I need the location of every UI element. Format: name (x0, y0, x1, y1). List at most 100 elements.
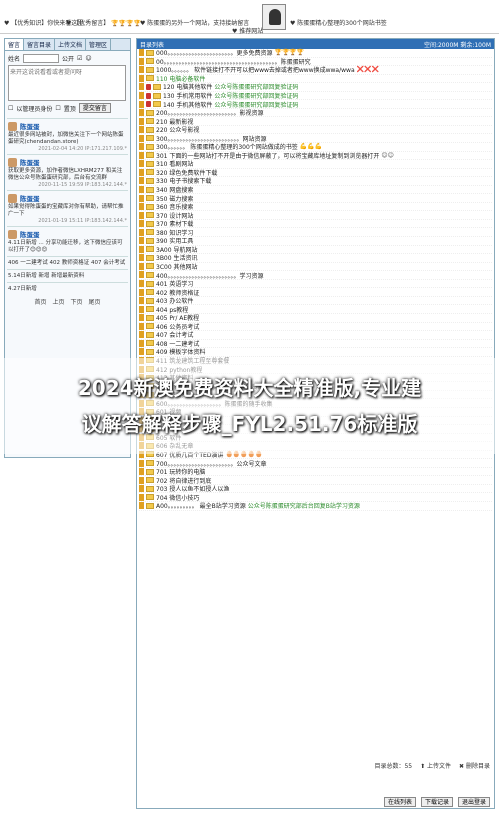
list-item: 4.27日新增 (7, 282, 128, 295)
drag-handle-icon (139, 485, 144, 493)
pager-last[interactable]: 尾页 (89, 297, 101, 306)
tab-messages[interactable]: 留言 (5, 39, 25, 50)
list-item: 406 一二建考试 402 教师资格证 407 会计考试 (7, 256, 128, 269)
folder-icon (146, 135, 154, 142)
folder-icon (146, 340, 154, 347)
tab-message-directory[interactable]: 留言目录 (24, 39, 56, 50)
public-checkbox[interactable]: ☑ (77, 55, 82, 62)
list-item: 陈蛋蛋 最近很多网站被封，加微信关注下一个网站陈蛋蛋研究(chendandan.… (7, 118, 128, 154)
folder-icon (146, 331, 154, 338)
message-textarea[interactable] (8, 65, 126, 101)
list-item: 陈蛋蛋 4.11日新增 ... 分享功能迁移，这下微信应该可以打开了😊😊😊 (7, 226, 128, 256)
drag-handle-icon (139, 305, 144, 313)
drag-handle-icon (139, 194, 144, 202)
drag-handle-icon (139, 502, 144, 510)
user-avatar-icon (8, 229, 17, 239)
folder-icon (146, 195, 154, 202)
drag-handle-icon (139, 83, 144, 91)
name-input[interactable] (23, 54, 60, 63)
delete-directory-link[interactable]: ✖ 删除目录 (459, 761, 490, 770)
folder-name[interactable]: A00。。。。。。。。。 最全B站学习资源 (156, 501, 246, 510)
drag-handle-icon (139, 322, 144, 330)
drag-handle-icon (139, 100, 144, 108)
topbar-link-2[interactable]: ♥ 【优秀留言】 🏆🏆🏆🏆 (66, 18, 141, 27)
folder-icon (146, 468, 154, 475)
top-navigation: ♥ 【优秀知识】你快来看这里 ♥ 【优秀留言】 🏆🏆🏆🏆 ♥ 陈蛋蛋的另外一个网… (0, 0, 499, 35)
tab-admin[interactable]: 管理区 (86, 39, 112, 50)
lock-icon (146, 101, 151, 108)
folder-icon (146, 49, 154, 56)
folder-icon (146, 203, 154, 210)
folder-icon (146, 229, 154, 236)
public-label: 公开 (62, 56, 75, 63)
drag-handle-icon (139, 177, 144, 185)
message-form: 姓名 公开 ☑ ☺ ☐ 以管理员身份 ☐ 置顶 提交留言 (5, 51, 130, 118)
name-label: 姓名 (8, 56, 21, 63)
folder-note: ❌❌❌ (356, 66, 380, 74)
pager-first[interactable]: 首页 (34, 297, 46, 306)
pager-prev[interactable]: 上页 (52, 297, 64, 306)
folder-icon (146, 289, 154, 296)
promo-banner[interactable]: 2024新澳免费资料大全精准版,专业建 议解答解释步骤_FYL2.51.76标准… (0, 358, 499, 454)
directory-title: 目录列表 (140, 42, 165, 49)
top-label: 置顶 (63, 105, 76, 113)
list-item[interactable]: A00。。。。。。。。。 最全B站学习资源 公众号陈蛋蛋研究部后台回复B站学习资源 (139, 502, 492, 511)
list-item: 陈蛋蛋 如果觉得陈蛋蛋的宝藏库对你有帮助，请帮忙推广一下 2021-01-19 … (7, 190, 128, 226)
list-item: 5.14日新增 新增 新增最新资料 (7, 269, 128, 282)
folder-icon (146, 323, 154, 330)
online-list-button[interactable]: 在线列表 (383, 797, 416, 807)
drag-handle-icon (139, 134, 144, 142)
folder-icon (146, 485, 154, 492)
drag-handle-icon (139, 254, 144, 262)
drag-handle-icon (139, 271, 144, 279)
user-avatar-icon (8, 193, 17, 203)
upload-link[interactable]: ⬆ 上传文件 (420, 761, 451, 770)
download-history-button[interactable]: 下载记录 (420, 797, 453, 807)
drag-handle-icon (139, 143, 144, 151)
drag-handle-icon (139, 459, 144, 467)
folder-icon (146, 297, 154, 304)
drag-handle-icon (139, 160, 144, 168)
drag-handle-icon (139, 493, 144, 501)
drag-handle-icon (139, 297, 144, 305)
top-checkbox[interactable]: ☐ (55, 105, 60, 112)
folder-icon (146, 502, 154, 509)
folder-icon (146, 460, 154, 467)
drag-handle-icon (139, 331, 144, 339)
list-item[interactable]: 403 办公软件 (139, 297, 492, 306)
left-tabs: 留言 留言目录 上传文档 管理区 (5, 39, 130, 51)
drag-handle-icon (139, 109, 144, 117)
drag-handle-icon (139, 49, 144, 57)
folder-note: 🏆🏆🏆🏆 (274, 49, 305, 57)
folder-icon (146, 75, 154, 82)
folder-icon (146, 186, 154, 193)
topbar-link-4[interactable]: ♥ 推荐网站 (232, 26, 263, 35)
pager-next[interactable]: 下页 (71, 297, 83, 306)
drag-handle-icon (139, 468, 144, 476)
topbar-link-5[interactable]: ♥ 陈蛋蛋精心整理的300个网站书签 (290, 18, 387, 27)
drag-handle-icon (139, 92, 144, 99)
tab-upload[interactable]: 上传文档 (55, 39, 87, 50)
folder-icon (146, 118, 154, 125)
drag-handle-icon (139, 339, 144, 347)
lock-icon (146, 83, 151, 90)
admin-checkbox[interactable]: ☐ (8, 105, 13, 112)
lock-icon (146, 92, 151, 99)
drag-handle-icon (139, 228, 144, 236)
drag-handle-icon (139, 117, 144, 125)
directory-footer: 目录总数：55 ⬆ 上传文件 ✖ 删除目录 (137, 759, 494, 772)
folder-icon (146, 212, 154, 219)
folder-icon (146, 494, 154, 501)
folder-icon (146, 160, 154, 167)
drag-handle-icon (139, 237, 144, 245)
folder-icon (146, 58, 154, 65)
folder-icon (153, 83, 161, 90)
avatar (262, 4, 286, 30)
drag-handle-icon (139, 262, 144, 270)
logout-button[interactable]: 退出登录 (457, 797, 490, 807)
drag-handle-icon (139, 186, 144, 194)
drag-handle-icon (139, 203, 144, 211)
submit-message-button[interactable]: 提交留言 (78, 103, 111, 113)
emoji-icon[interactable]: ☺ (85, 55, 91, 62)
folder-icon (146, 169, 154, 176)
